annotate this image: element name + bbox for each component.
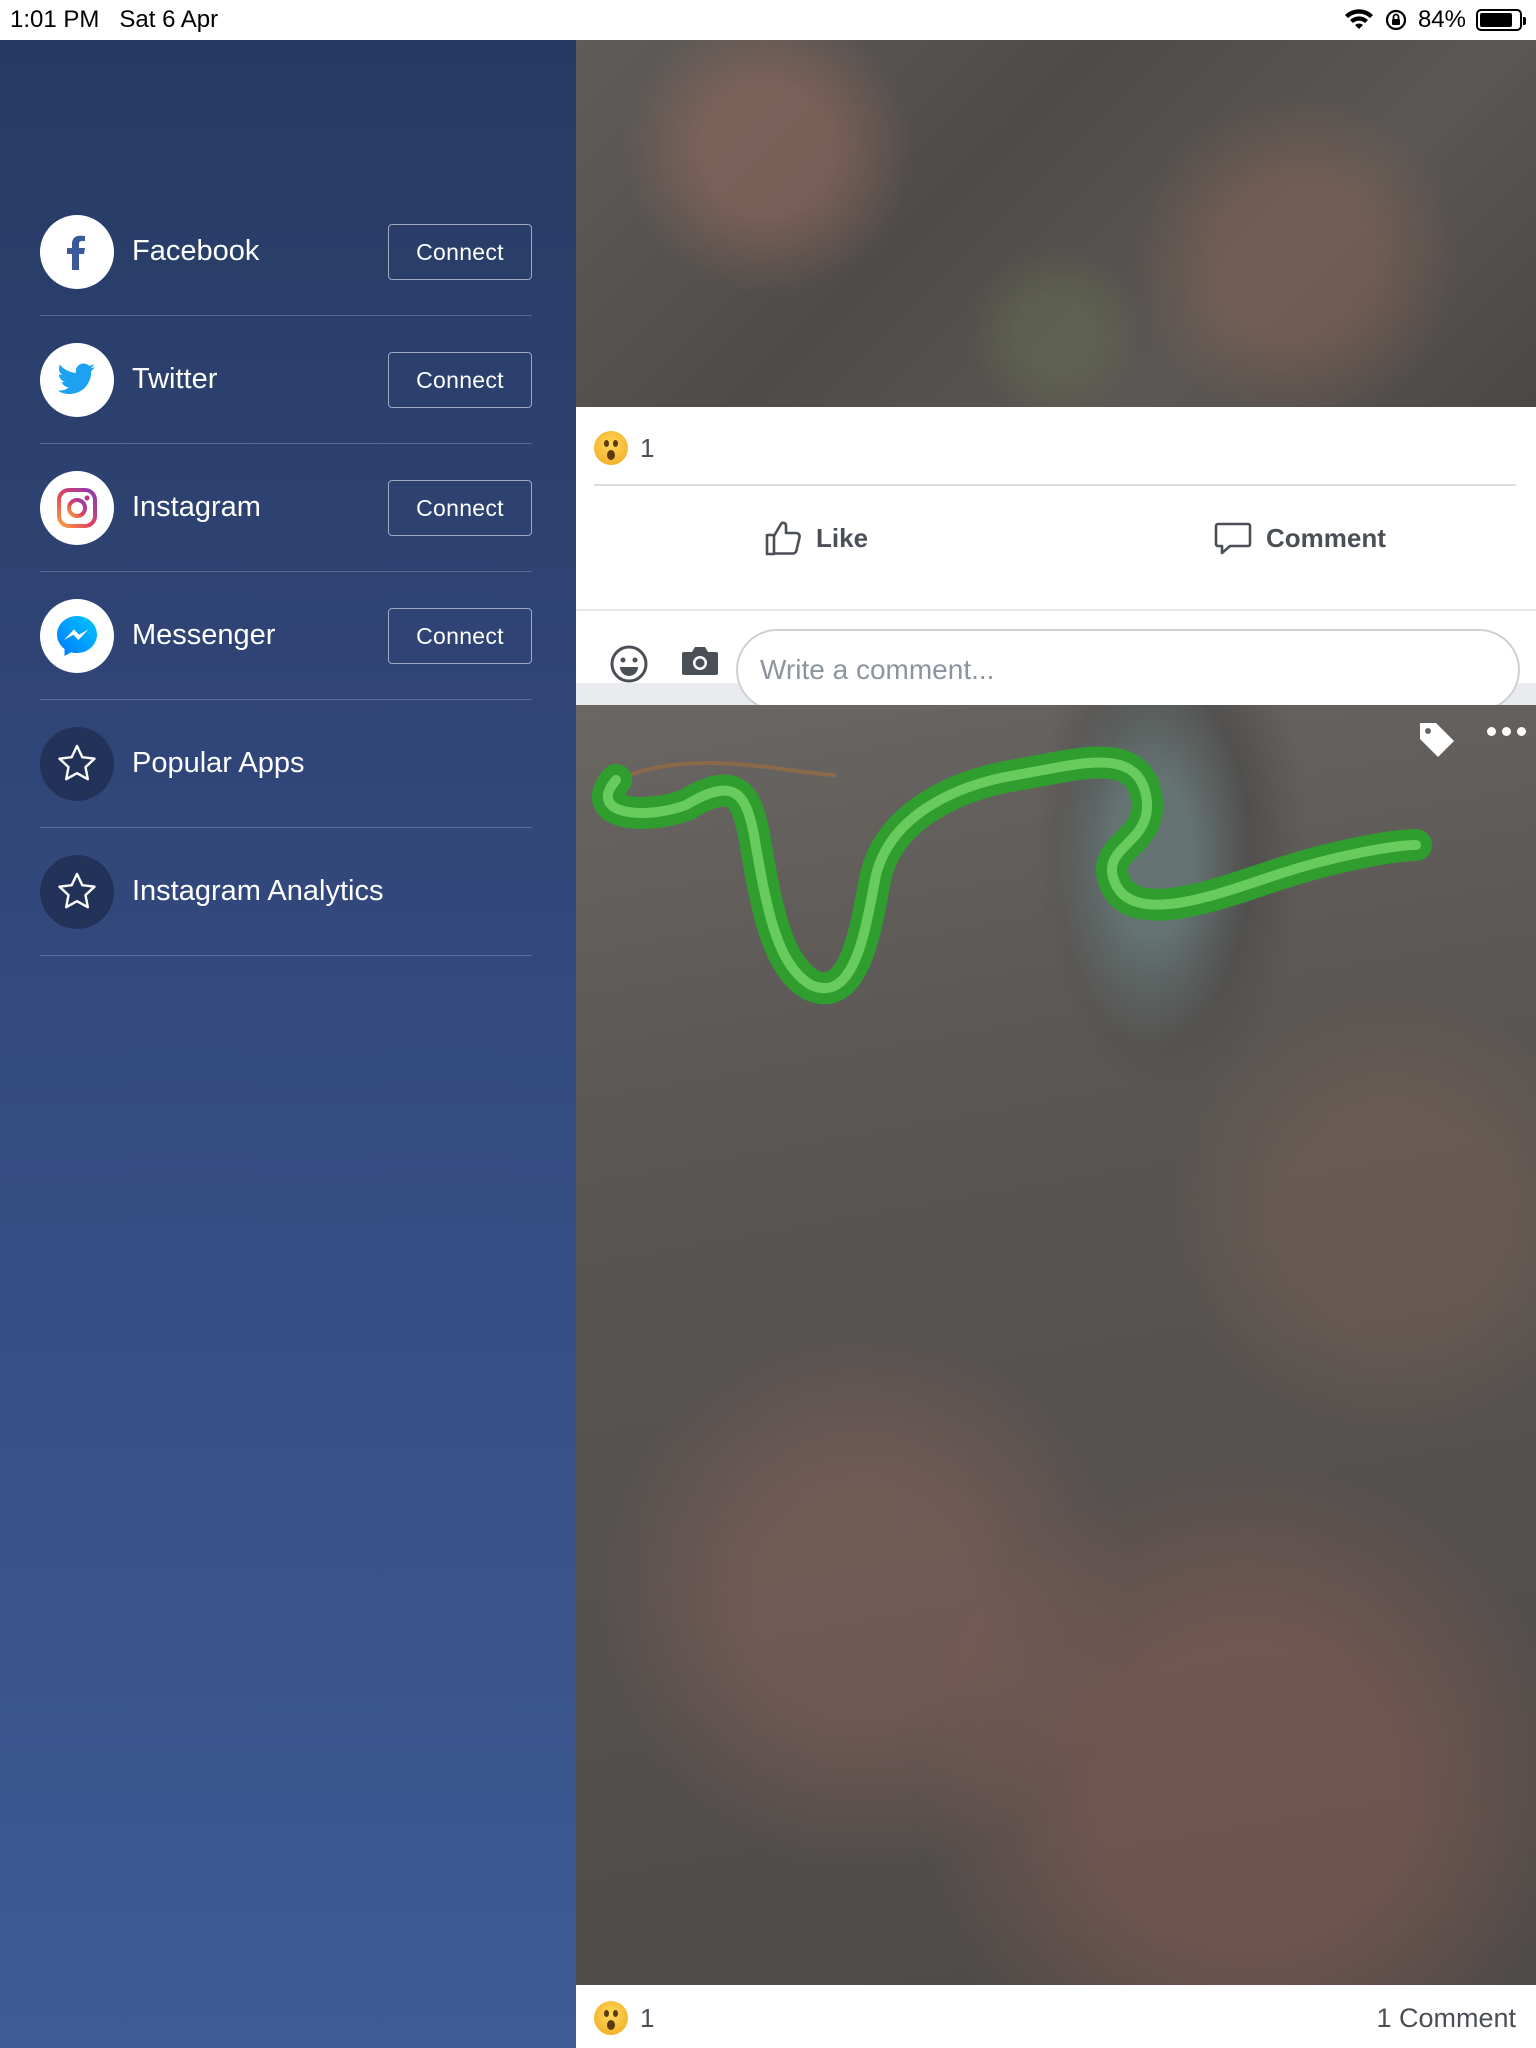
reaction-count: 1 <box>640 2002 655 2033</box>
sidebar: Facebook Connect Twitter Connect Instagr… <box>0 40 576 2048</box>
star-icon <box>40 726 114 801</box>
post-footer: 1 1 Comment <box>576 1985 1536 2048</box>
instagram-connect-button[interactable]: Connect <box>388 480 532 536</box>
sidebar-item-label: Instagram Analytics <box>132 875 384 907</box>
like-label: Like <box>816 522 869 553</box>
instagram-icon <box>40 470 114 545</box>
post-photo[interactable] <box>576 705 1536 1985</box>
wow-reaction-icon <box>594 2001 628 2035</box>
sidebar-item-instagram-analytics[interactable]: Instagram Analytics <box>40 828 532 956</box>
reaction-summary[interactable]: 1 <box>594 431 654 465</box>
facebook-connect-button[interactable]: Connect <box>388 224 532 280</box>
like-button[interactable]: Like <box>764 519 868 557</box>
status-right: 84% <box>1344 6 1526 34</box>
facebook-icon <box>40 214 114 289</box>
post-footer: 1 Like Comment Write a comment... <box>576 407 1536 711</box>
messenger-connect-button[interactable]: Connect <box>388 608 532 664</box>
sidebar-item-popular-apps[interactable]: Popular Apps <box>40 700 532 828</box>
rotation-lock-icon <box>1385 9 1407 31</box>
reaction-count: 1 <box>640 432 655 463</box>
dot <box>1502 727 1511 736</box>
news-feed[interactable]: 1 Like Comment Write a comment... 1 1 Co… <box>576 40 1536 2048</box>
dot <box>1487 727 1496 736</box>
sidebar-item-label: Popular Apps <box>132 747 305 779</box>
sidebar-item-instagram[interactable]: Instagram Connect <box>40 444 532 572</box>
snake-illustration <box>592 746 1432 1004</box>
sidebar-menu: Facebook Connect Twitter Connect Instagr… <box>40 188 532 956</box>
comment-count[interactable]: 1 Comment <box>1376 2003 1516 2034</box>
emoji-button[interactable] <box>608 643 650 690</box>
camera-icon <box>682 647 718 675</box>
reaction-summary[interactable]: 1 <box>594 2001 654 2035</box>
twitter-icon <box>40 342 114 417</box>
comment-composer: Write a comment... <box>576 629 1536 711</box>
tag-icon <box>1420 723 1454 757</box>
sidebar-item-facebook[interactable]: Facebook Connect <box>40 188 532 316</box>
more-options-button[interactable] <box>1487 727 1526 736</box>
dot <box>1517 727 1526 736</box>
sidebar-item-messenger[interactable]: Messenger Connect <box>40 572 532 700</box>
thumbs-up-icon <box>765 521 801 556</box>
twitter-connect-button[interactable]: Connect <box>388 352 532 408</box>
wifi-icon <box>1344 9 1373 29</box>
smiley-icon <box>610 645 648 683</box>
star-icon <box>40 854 114 929</box>
comment-button[interactable]: Comment <box>1214 519 1386 557</box>
wow-reaction-icon <box>594 431 628 465</box>
photo-button[interactable] <box>680 643 720 684</box>
divider <box>594 484 1516 486</box>
post-photo[interactable] <box>576 40 1536 407</box>
battery-icon <box>1476 9 1526 31</box>
divider <box>576 609 1536 611</box>
sidebar-item-twitter[interactable]: Twitter Connect <box>40 316 532 444</box>
messenger-icon <box>40 598 114 673</box>
tag-button[interactable] <box>1416 719 1458 766</box>
status-bar: 1:01 PM Sat 6 Apr 84% <box>0 0 1536 40</box>
battery-percent: 84% <box>1417 6 1466 33</box>
comment-label: Comment <box>1266 522 1386 553</box>
comment-input[interactable]: Write a comment... <box>736 629 1520 711</box>
status-time: 1:01 PM Sat 6 Apr <box>10 6 219 33</box>
comment-icon <box>1214 522 1252 555</box>
